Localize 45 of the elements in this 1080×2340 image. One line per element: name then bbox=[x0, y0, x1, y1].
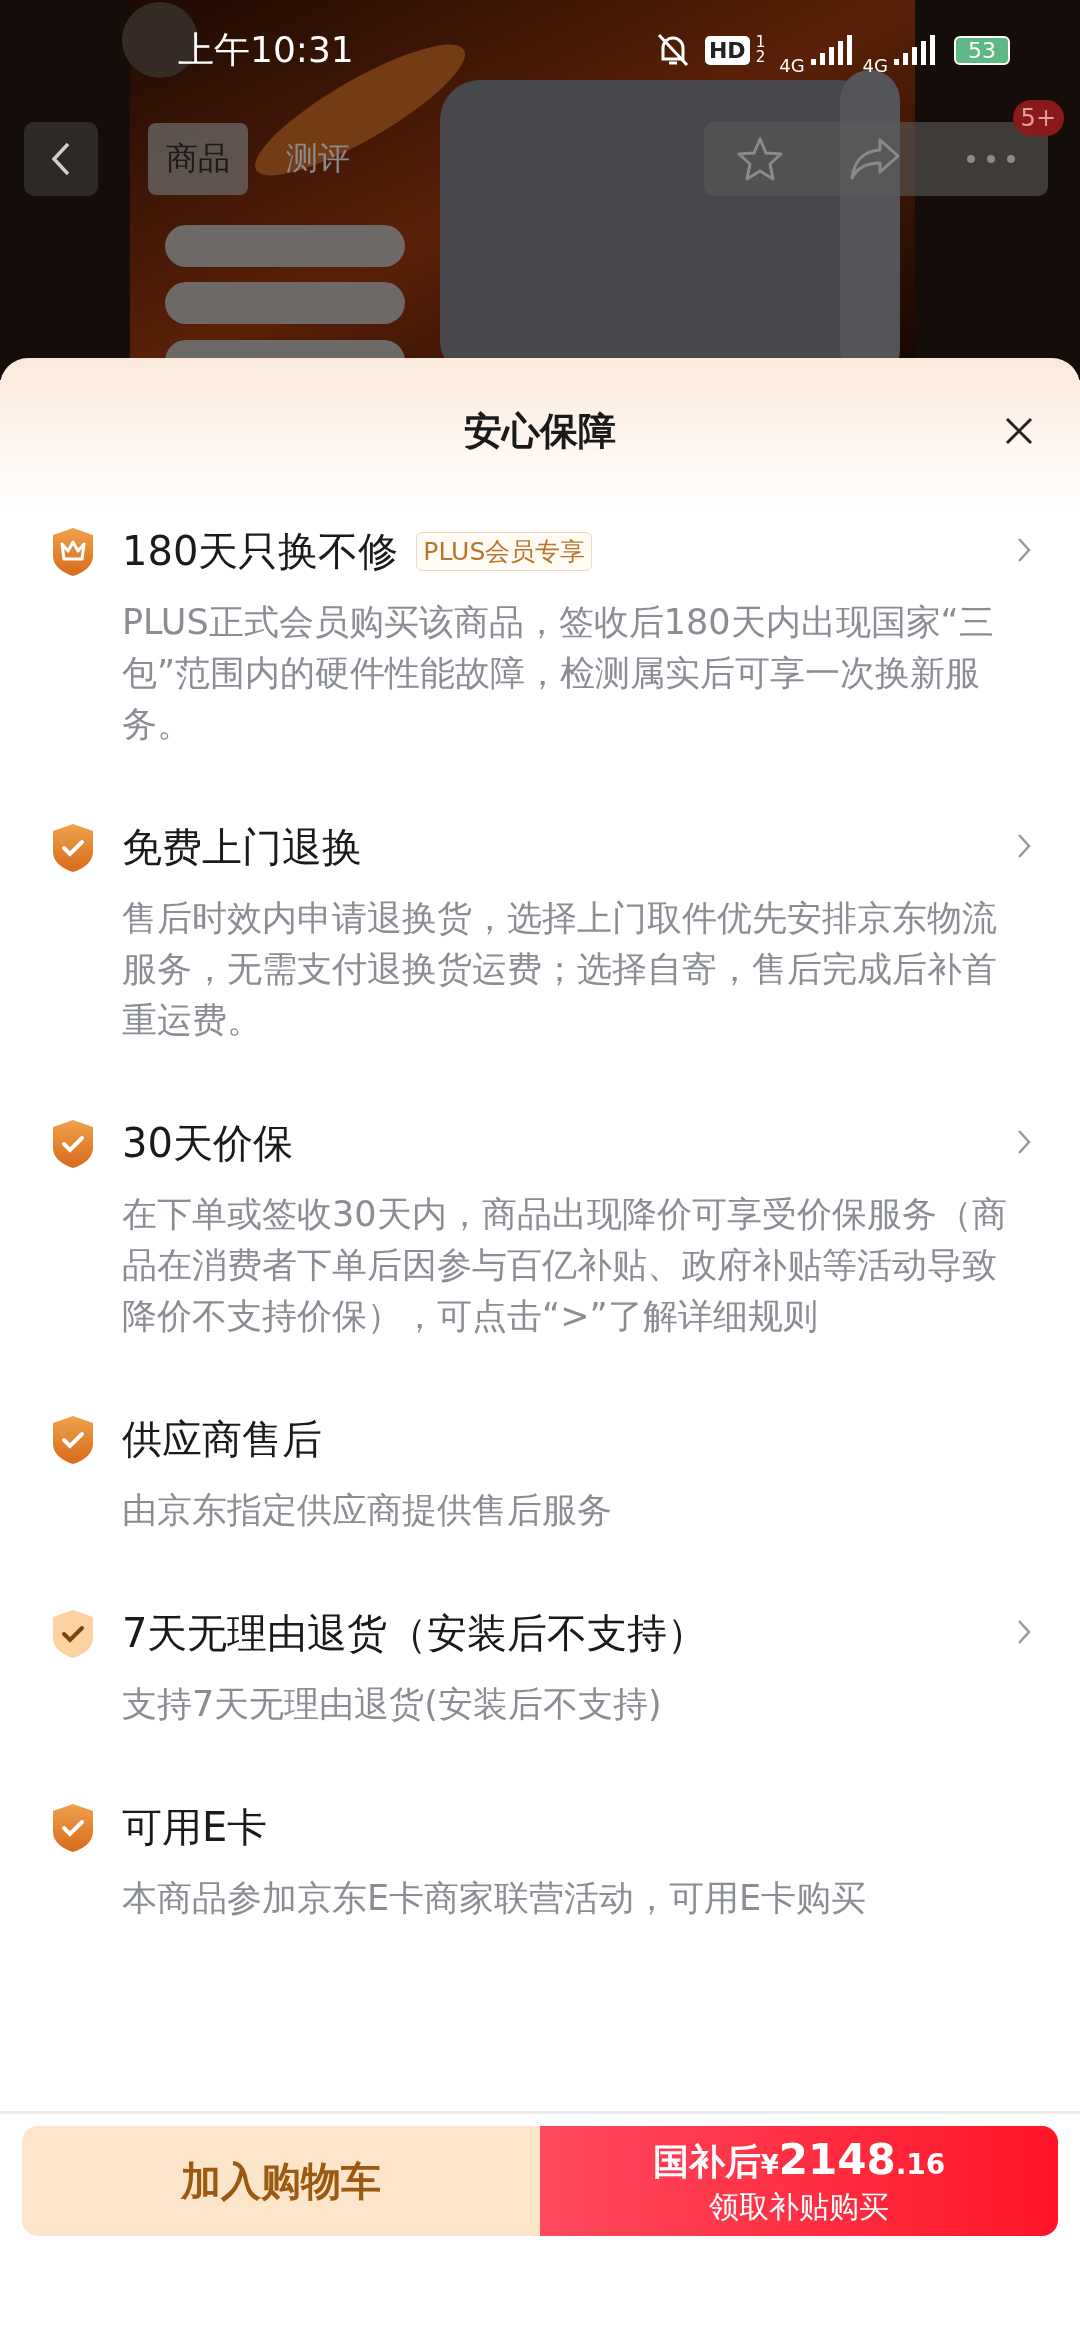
shield-icon bbox=[50, 1801, 96, 1854]
buy-button[interactable]: 国补后¥2148.16 领取补贴购买 bbox=[540, 2126, 1058, 2236]
nav-tab[interactable]: 商品 bbox=[148, 123, 248, 195]
shield-icon bbox=[50, 821, 96, 874]
guarantee-title: 7天无理由退货（安装后不支持） bbox=[122, 1609, 708, 1658]
sheet-title: 安心保障 bbox=[464, 407, 616, 455]
battery-level: 53 bbox=[954, 35, 1010, 65]
shield-icon bbox=[50, 1607, 96, 1660]
more-icon[interactable] bbox=[966, 154, 1016, 164]
status-time: 上午10:31 bbox=[178, 27, 354, 72]
share-icon[interactable] bbox=[848, 136, 902, 182]
guarantee-title: 免费上门退换 bbox=[122, 823, 362, 872]
shield-icon bbox=[50, 1117, 96, 1170]
shield-icon bbox=[50, 525, 96, 578]
back-icon bbox=[51, 141, 71, 177]
guarantee-title: 30天价保 bbox=[122, 1119, 293, 1168]
price-prefix: 国补后 bbox=[652, 2139, 761, 2184]
chevron-right-icon[interactable] bbox=[1016, 1128, 1032, 1156]
shield-icon bbox=[50, 1413, 96, 1466]
guarantee-description: 由京东指定供应商提供售后服务 bbox=[121, 1489, 613, 1532]
guarantee-description: 本商品参加京东E卡商家联营活动，可用E卡购买 bbox=[121, 1877, 868, 1920]
back-button[interactable] bbox=[24, 122, 98, 196]
guarantee-description: PLUS正式会员购买该商品，签收后180天内出现国家“三包”范围内的硬件性能故障，检测属实后可享一次换新服务。 bbox=[121, 601, 995, 746]
buy-label: 领取补贴购买 bbox=[709, 2187, 889, 2226]
network-type: 4G bbox=[779, 54, 805, 76]
chevron-right-icon[interactable] bbox=[1016, 832, 1032, 860]
chevron-right-icon[interactable] bbox=[1016, 1618, 1032, 1646]
add-to-cart-button[interactable]: 加入购物车 bbox=[22, 2126, 540, 2236]
price-integer: 2148 bbox=[778, 2134, 896, 2184]
currency-symbol: ¥ bbox=[760, 2149, 779, 2180]
guarantee-title: 180天只换不修 bbox=[122, 527, 399, 576]
hd-sup: 1 bbox=[755, 35, 766, 50]
guarantee-description: 售后时效内申请退换货，选择上门取件优先安排京东物流服务，无需支付退换货运费；选择自寄，售后完成后补首重运费。 bbox=[121, 897, 998, 1042]
hd-sub: 2 bbox=[755, 50, 766, 65]
guarantee-description: 在下单或签收30天内，商品出现降价可享受价保服务（商品在消费者下单后因参与百亿补贴、政府补贴等活动导致降价不支持价保），可点击“>”了解详细规则 bbox=[121, 1193, 1008, 1338]
star-icon[interactable] bbox=[736, 136, 784, 182]
price-decimal: .16 bbox=[895, 2147, 946, 2181]
guarantee-title: 供应商售后 bbox=[122, 1415, 322, 1464]
guarantee-description: 支持7天无理由退货(安装后不支持) bbox=[121, 1683, 663, 1726]
network-type: 4G bbox=[862, 54, 888, 76]
close-icon[interactable] bbox=[1004, 416, 1034, 446]
chevron-right-icon[interactable] bbox=[1016, 536, 1032, 564]
nav-tab[interactable]: 测评 bbox=[268, 123, 368, 195]
member-tag: PLUS会员专享 bbox=[416, 532, 593, 571]
guarantee-title: 可用E卡 bbox=[122, 1803, 268, 1852]
